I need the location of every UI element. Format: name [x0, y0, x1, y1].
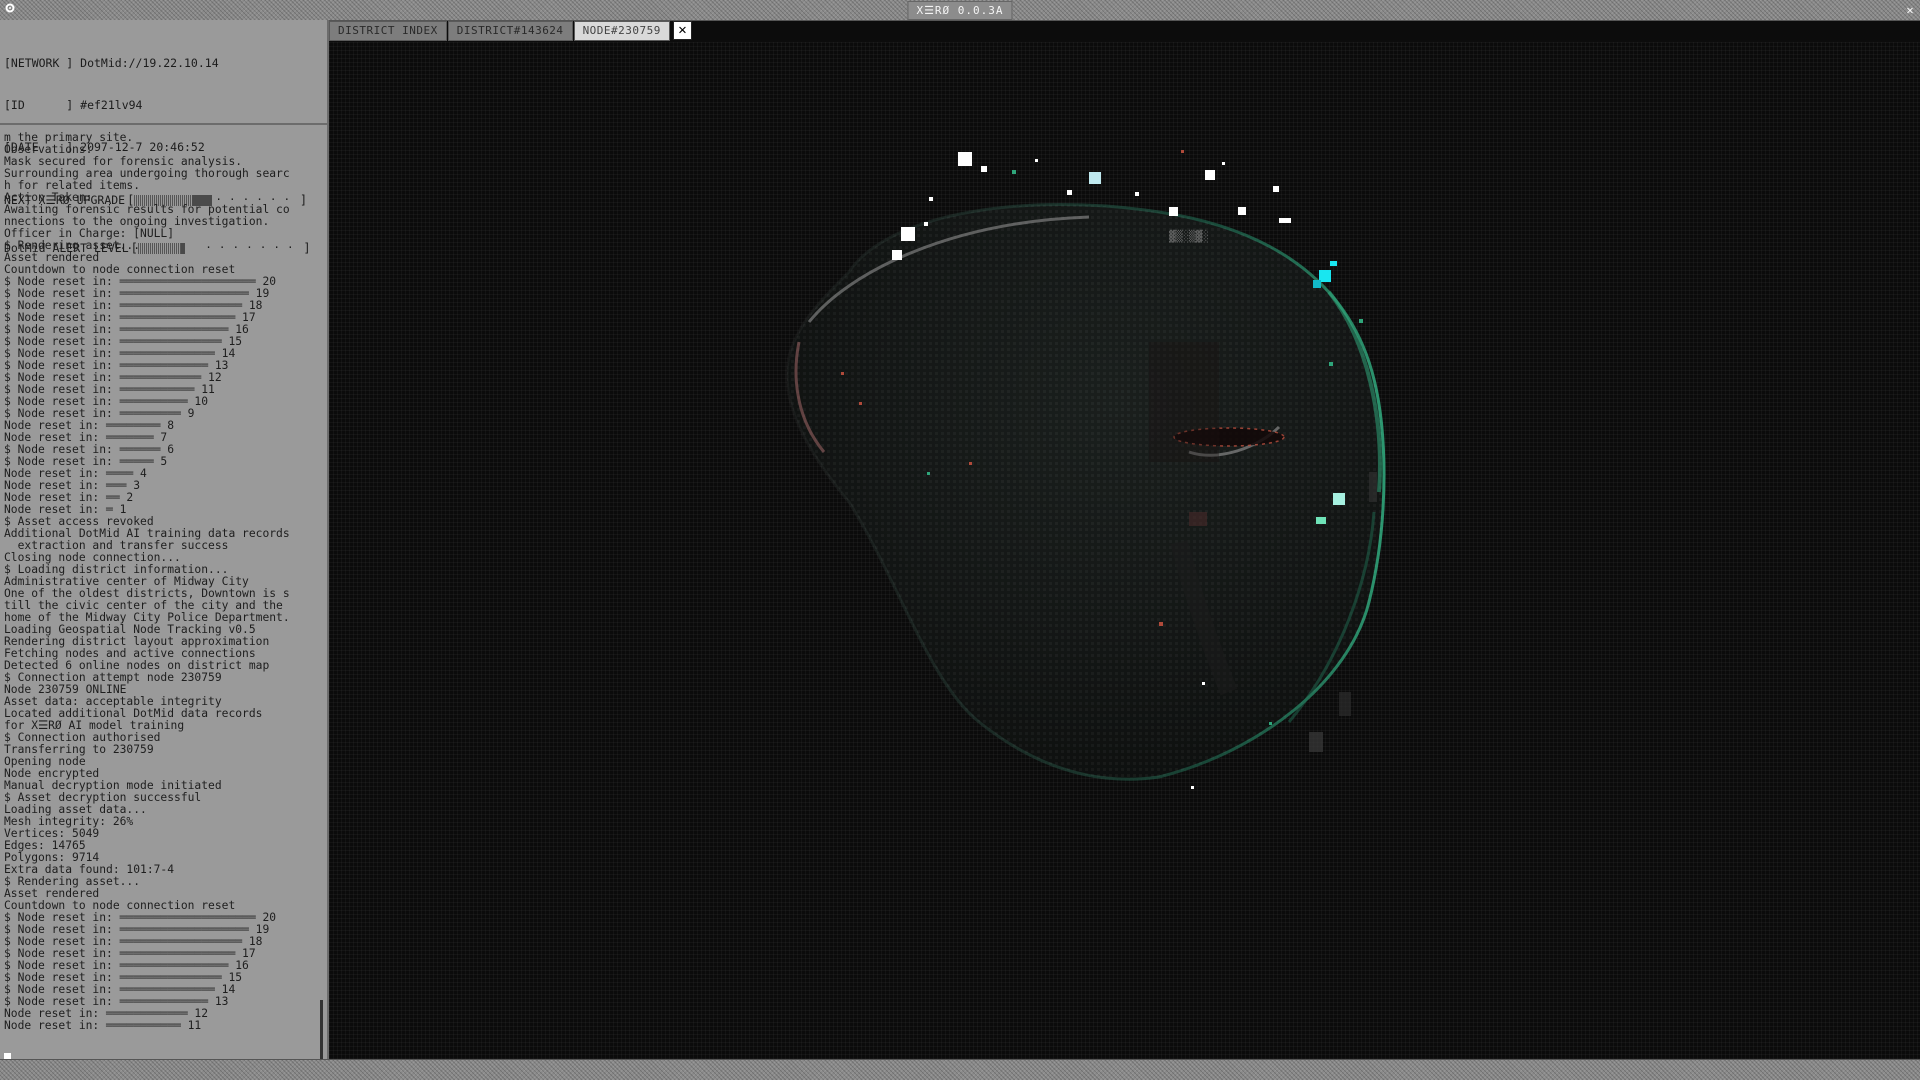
svg-text:▓▒░▒▓░: ▓▒░▒▓░: [1169, 229, 1209, 243]
app-title: X☰RØ 0.0.3A: [907, 1, 1013, 20]
mask-head: ▓▒░▒▓░: [785, 203, 1386, 781]
bottom-bar: [0, 1059, 1920, 1080]
id-line: [ID ] #ef21lv94: [4, 98, 143, 112]
tab-district-index[interactable]: DISTRICT INDEX: [329, 21, 447, 41]
terminal-panel: [NETWORK ] DotMid://19.22.10.14 [ID ] #e…: [0, 20, 329, 1065]
close-icon[interactable]: ✕: [672, 21, 692, 40]
render-viewport[interactable]: ▓▒░▒▓░: [329, 42, 1920, 1059]
mask-render: ▓▒░▒▓░: [785, 150, 1386, 789]
log-line: Node reset in: ═══════════ 11: [4, 1019, 202, 1032]
log-scrollbar[interactable]: [320, 1000, 323, 1065]
gear-icon[interactable]: [2, 2, 18, 18]
tab-district-143624[interactable]: DISTRICT#143624: [447, 21, 573, 41]
tab-node-230759[interactable]: NODE#230759: [573, 21, 670, 41]
network-line: [NETWORK ] DotMid://19.22.10.14: [4, 56, 219, 70]
close-icon[interactable]: ✕: [1902, 2, 1918, 18]
title-bar: X☰RØ 0.0.3A ✕: [0, 0, 1920, 21]
terminal-log[interactable]: m the primary site. Observations: Mask sec…: [4, 132, 314, 1050]
tab-bar: DISTRICT INDEX DISTRICT#143624 NODE#2307…: [329, 21, 692, 41]
panel-divider: [0, 123, 327, 125]
